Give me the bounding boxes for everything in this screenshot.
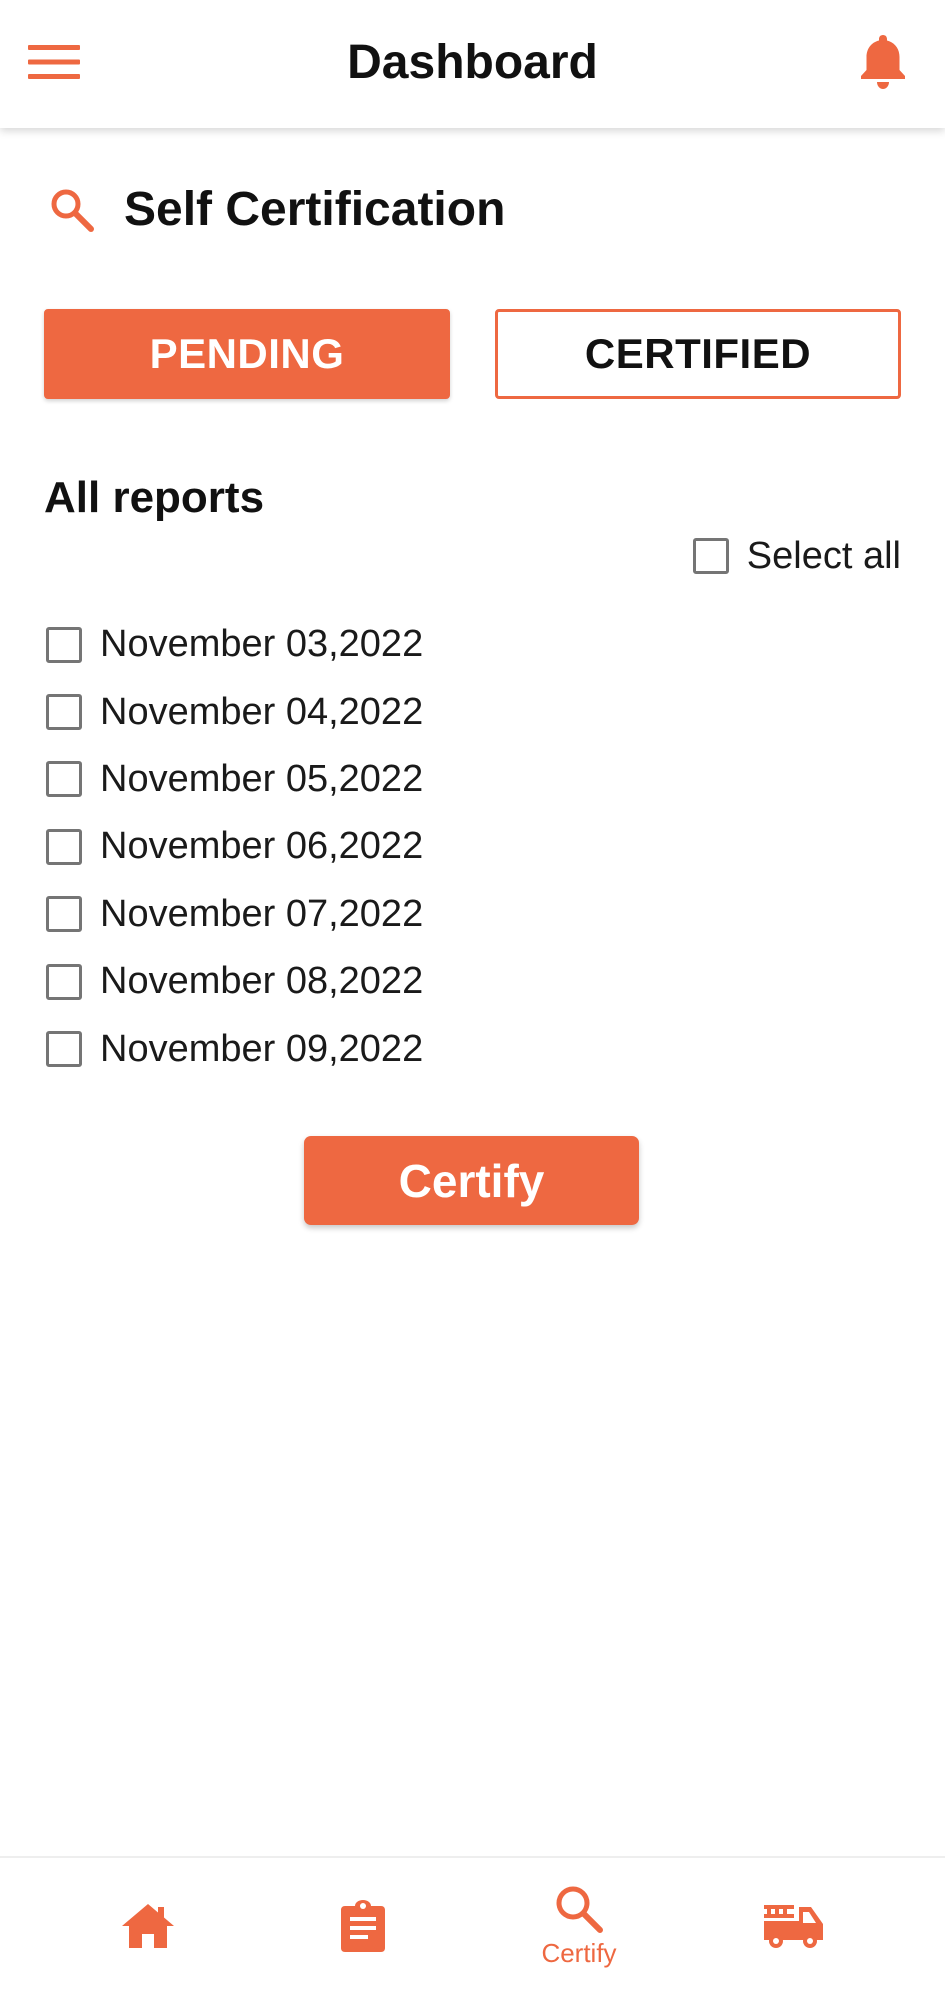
nav-home[interactable] [30, 1858, 266, 1994]
report-date-label: November 07,2022 [100, 892, 424, 935]
report-date-label: November 04,2022 [100, 690, 424, 733]
select-all-label: Select all [746, 534, 901, 577]
report-checkbox[interactable] [46, 1031, 82, 1068]
bottom-nav: Certify [0, 1856, 945, 1994]
bell-icon[interactable] [851, 30, 915, 94]
report-checkbox[interactable] [46, 963, 82, 1000]
nav-reports[interactable] [245, 1858, 481, 1994]
home-icon [122, 1904, 174, 1948]
report-item[interactable]: November 04,2022 [46, 678, 646, 745]
tab-certified[interactable]: CERTIFIED [495, 309, 901, 399]
reports-title: All reports [44, 473, 265, 522]
report-item[interactable]: November 07,2022 [46, 881, 646, 948]
report-date-label: November 03,2022 [100, 623, 424, 666]
search-icon [44, 182, 100, 238]
report-list: November 03,2022 November 04,2022 Novemb… [46, 611, 646, 1083]
report-date-label: November 08,2022 [100, 960, 424, 1003]
page-title: Dashboard [347, 36, 598, 89]
section-title: Self Certification [124, 183, 506, 236]
report-item[interactable]: November 08,2022 [46, 948, 646, 1015]
section-header: Self Certification [44, 174, 505, 246]
report-item[interactable]: November 06,2022 [46, 813, 646, 880]
search-icon [556, 1886, 603, 1933]
report-checkbox[interactable] [46, 761, 82, 798]
nav-certify[interactable]: Certify [461, 1858, 697, 1994]
checkbox[interactable] [692, 538, 729, 574]
report-item[interactable]: November 09,2022 [46, 1015, 646, 1082]
app-bar: Dashboard [0, 0, 945, 128]
report-item[interactable]: November 05,2022 [46, 746, 646, 813]
nav-fire-truck[interactable] [676, 1858, 912, 1994]
report-date-label: November 05,2022 [100, 757, 424, 800]
report-checkbox[interactable] [46, 694, 82, 731]
fire-truck-icon [764, 1905, 823, 1948]
report-item[interactable]: November 03,2022 [46, 611, 646, 678]
clipboard-icon [341, 1900, 385, 1952]
certify-button[interactable]: Certify [304, 1136, 639, 1225]
report-checkbox[interactable] [46, 828, 82, 865]
select-all-checkbox[interactable]: Select all [692, 530, 901, 582]
nav-certify-label: Certify [541, 1938, 617, 1968]
report-date-label: November 06,2022 [100, 825, 424, 868]
report-date-label: November 09,2022 [100, 1027, 424, 1070]
tab-pending[interactable]: PENDING [44, 309, 450, 399]
report-checkbox[interactable] [46, 896, 82, 933]
report-checkbox[interactable] [46, 626, 82, 663]
